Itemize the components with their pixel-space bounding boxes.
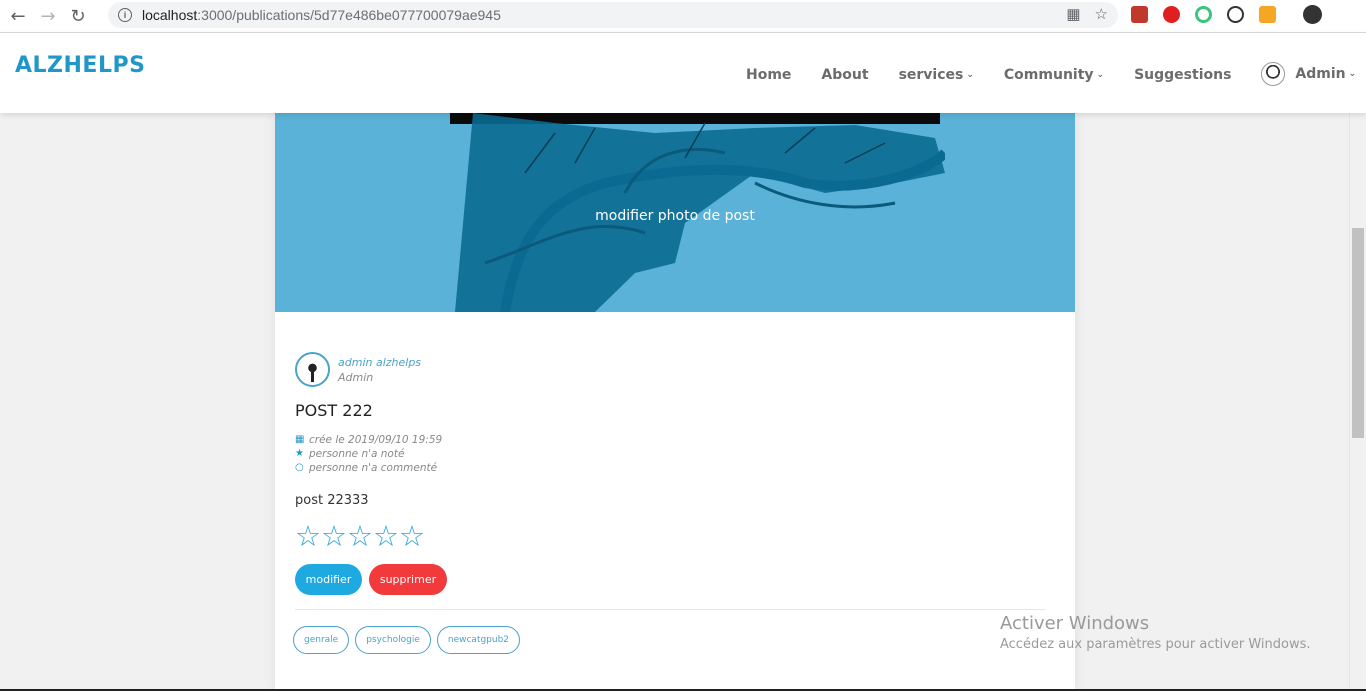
star-icon: ★	[295, 448, 304, 459]
tag[interactable]: genrale	[293, 626, 350, 654]
author-role: Admin	[338, 370, 374, 384]
comment-text: personne n'a commenté	[309, 462, 438, 474]
meta-rating: ★ personne n'a noté	[295, 447, 442, 461]
avatar	[1261, 62, 1286, 86]
author-name[interactable]: admin alzhelps	[338, 356, 421, 369]
meta-created: ▦ crée le 2019/09/10 19:59	[295, 433, 442, 447]
post-title: POST 222	[295, 401, 373, 420]
back-arrow-icon[interactable]: ←	[6, 4, 30, 28]
post-author: admin alzhelps Admin	[295, 352, 421, 387]
edit-cover-label[interactable]: modifier photo de post	[275, 208, 1075, 224]
scrollbar[interactable]	[1349, 33, 1366, 691]
tag-list: genrale psychologie newcatgpub2	[293, 626, 521, 654]
divider	[295, 609, 1045, 610]
calendar-icon: ▦	[295, 434, 305, 445]
nav-suggestions[interactable]: Suggestions	[1134, 64, 1231, 86]
translate-icon[interactable]: ▦	[1066, 5, 1080, 23]
star-rating-5[interactable]: ☆	[399, 521, 425, 551]
star-rating-2[interactable]: ☆	[321, 521, 347, 551]
meta-comments: ○ personne n'a commenté	[295, 461, 442, 475]
created-text: crée le 2019/09/10 19:59	[309, 434, 443, 446]
extension-icon[interactable]	[1195, 6, 1212, 23]
watermark-title: Activer Windows	[1000, 613, 1150, 634]
delete-button[interactable]: supprimer	[369, 564, 447, 595]
user-menu-label: Admin	[1295, 66, 1346, 82]
extension-icon[interactable]	[1131, 6, 1148, 23]
post-cover[interactable]: modifier photo de post	[275, 113, 1075, 312]
nav-services[interactable]: services ⌄	[899, 64, 974, 86]
url-path: :3000/publications/5d77e486be077700079ae…	[197, 7, 501, 23]
chevron-down-icon: ⌄	[966, 70, 974, 80]
comment-icon: ○	[295, 462, 304, 473]
star-rating-4[interactable]: ☆	[373, 521, 399, 551]
user-menu[interactable]: Admin ⌄	[1261, 62, 1356, 86]
nav-label: Community	[1003, 67, 1094, 83]
brand-logo[interactable]: ALZHELPS	[15, 53, 145, 78]
site-header: ALZHELPS Home About services ⌄ Community ⌄…	[0, 33, 1366, 113]
chevron-down-icon: ⌄	[1096, 70, 1105, 80]
forward-arrow-icon[interactable]: →	[36, 4, 60, 28]
browser-toolbar: ← → ↻ i localhost:3000/publications/5d77…	[0, 0, 1366, 33]
address-bar[interactable]: i localhost:3000/publications/5d77e486be…	[108, 2, 1118, 28]
star-rating-3[interactable]: ☆	[347, 521, 373, 551]
extension-icon[interactable]	[1227, 6, 1244, 23]
reload-icon[interactable]: ↻	[66, 4, 90, 28]
windows-activation-watermark: Activer Windows Accédez aux paramètres p…	[1000, 613, 1311, 652]
post-card: modifier photo de post admin alzhelps Ad…	[275, 113, 1075, 691]
nav-label: Suggestions	[1134, 67, 1232, 83]
profile-avatar[interactable]	[1303, 5, 1322, 24]
nav-community[interactable]: Community ⌄	[1004, 64, 1104, 86]
rating-stars[interactable]: ☆ ☆ ☆ ☆ ☆	[295, 521, 425, 551]
watermark-subtitle: Accédez aux paramètres pour activer Wind…	[1000, 637, 1311, 652]
post-meta: ▦ crée le 2019/09/10 19:59 ★ personne n'a …	[295, 433, 442, 475]
rating-text: personne n'a noté	[309, 448, 405, 460]
tag[interactable]: psychologie	[355, 626, 431, 654]
extension-icon[interactable]	[1259, 6, 1276, 23]
info-icon[interactable]: i	[118, 8, 132, 22]
nav-home[interactable]: Home	[746, 64, 791, 86]
scrollbar-thumb[interactable]	[1352, 228, 1364, 438]
post-body: post 22333	[295, 493, 369, 508]
tag[interactable]: newcatgpub2	[436, 626, 521, 654]
chevron-down-icon: ⌄	[1348, 69, 1357, 79]
nav-about[interactable]: About	[821, 64, 868, 86]
avatar[interactable]	[295, 352, 330, 387]
url-host: localhost	[142, 7, 198, 23]
nav-label: services	[898, 67, 964, 83]
star-rating-1[interactable]: ☆	[295, 521, 321, 551]
nav-label: About	[821, 67, 869, 83]
extension-icon[interactable]	[1163, 6, 1180, 23]
nav-label: Home	[746, 67, 792, 83]
star-bookmark-icon[interactable]: ☆	[1095, 5, 1108, 23]
edit-button[interactable]: modifier	[295, 564, 362, 595]
main-nav: Home About services ⌄ Community ⌄ Suggesti…	[746, 62, 1366, 86]
